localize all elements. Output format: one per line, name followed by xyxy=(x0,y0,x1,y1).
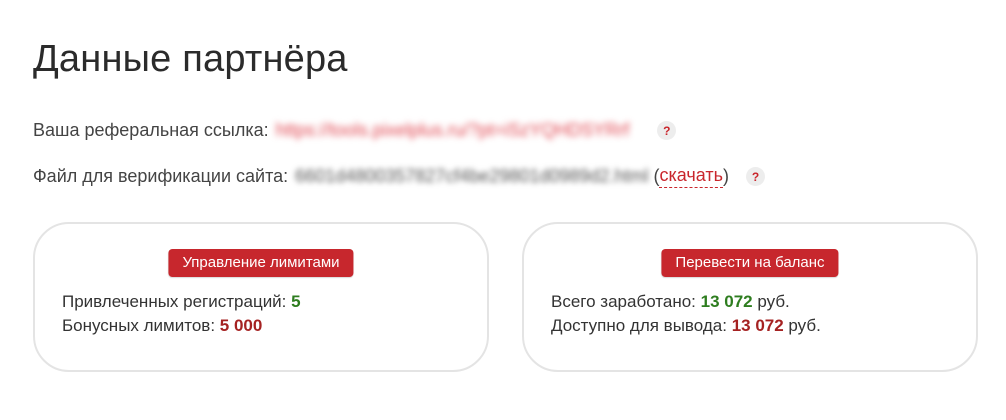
available-value: 13 072 xyxy=(731,316,784,335)
balance-stats: Всего заработано: 13 072 руб. Доступно д… xyxy=(551,290,821,338)
close-paren: ) xyxy=(723,166,729,186)
bonus-limits-line: Бонусных лимитов: 5 000 xyxy=(62,314,301,338)
transfer-to-balance-button[interactable]: Перевести на баланс xyxy=(661,249,839,277)
limits-stats: Привлеченных регистраций: 5 Бонусных лим… xyxy=(62,290,301,338)
balance-card: Перевести на баланс Всего заработано: 13… xyxy=(522,222,978,372)
download-link[interactable]: скачать xyxy=(659,165,723,188)
referral-link[interactable]: https://tools.pixelplus.ru/?pt=iSzYQHDSY… xyxy=(276,120,630,141)
earned-line: Всего заработано: 13 072 руб. xyxy=(551,290,821,314)
verification-file-name: 6601d4800357827cf4be29801d0989d2.html xyxy=(295,166,649,186)
referral-link-label: Ваша реферальная ссылка: xyxy=(33,120,269,140)
verification-help-icon[interactable]: ? xyxy=(746,167,765,186)
referral-help-icon[interactable]: ? xyxy=(657,121,677,140)
page-title: Данные партнёра xyxy=(33,38,348,80)
registrations-label: Привлеченных регистраций: xyxy=(62,292,287,311)
earned-label: Всего заработано: xyxy=(551,292,696,311)
registrations-value: 5 xyxy=(291,292,301,311)
registrations-line: Привлеченных регистраций: 5 xyxy=(62,290,301,314)
manage-limits-button[interactable]: Управление лимитами xyxy=(168,249,354,277)
verification-file-row: Файл для верификации сайта: 6601d4800357… xyxy=(33,165,765,188)
partner-data-page: Данные партнёра Ваша реферальная ссылка:… xyxy=(0,0,1006,420)
available-label: Доступно для вывода: xyxy=(551,316,727,335)
available-unit: руб. xyxy=(788,316,821,335)
earned-value: 13 072 xyxy=(700,292,753,311)
earned-unit: руб. xyxy=(757,292,790,311)
available-line: Доступно для вывода: 13 072 руб. xyxy=(551,314,821,338)
referral-link-row: Ваша реферальная ссылка: https://tools.p… xyxy=(33,120,677,141)
verification-file-label: Файл для верификации сайта: xyxy=(33,166,289,186)
bonus-limits-value: 5 000 xyxy=(219,316,263,335)
bonus-limits-label: Бонусных лимитов: xyxy=(62,316,216,335)
limits-card: Управление лимитами Привлеченных регистр… xyxy=(33,222,489,372)
